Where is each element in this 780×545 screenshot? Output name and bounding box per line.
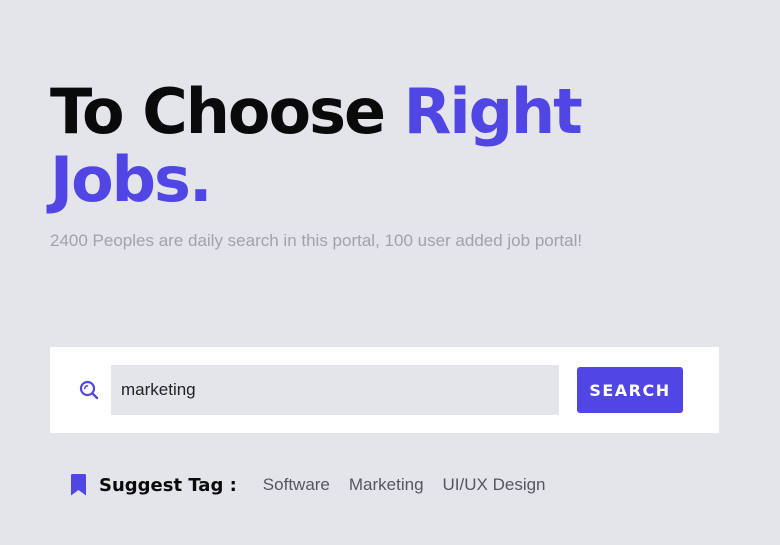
page-title: To Choose Right Jobs. [50,78,750,214]
hero-subtitle: 2400 Peoples are daily search in this po… [50,231,583,250]
search-panel: SEARCH [50,347,719,433]
search-button[interactable]: SEARCH [577,367,683,413]
title-accent-jobs: Jobs. [50,143,212,216]
tag-ui-ux-design[interactable]: UI/UX Design [443,475,546,495]
title-text: To Choose [50,75,404,148]
hero-section: To Choose Right Jobs. [50,78,750,214]
tag-software[interactable]: Software [263,475,330,495]
search-icon [79,380,99,400]
bookmark-icon [71,474,86,496]
search-input[interactable] [111,365,559,415]
title-accent-right: Right [403,75,583,148]
tag-marketing[interactable]: Marketing [349,475,424,495]
suggest-tag-label: Suggest Tag : [99,474,237,496]
search-field [111,365,559,415]
suggest-tags: Suggest Tag : Software Marketing UI/UX D… [70,472,565,498]
